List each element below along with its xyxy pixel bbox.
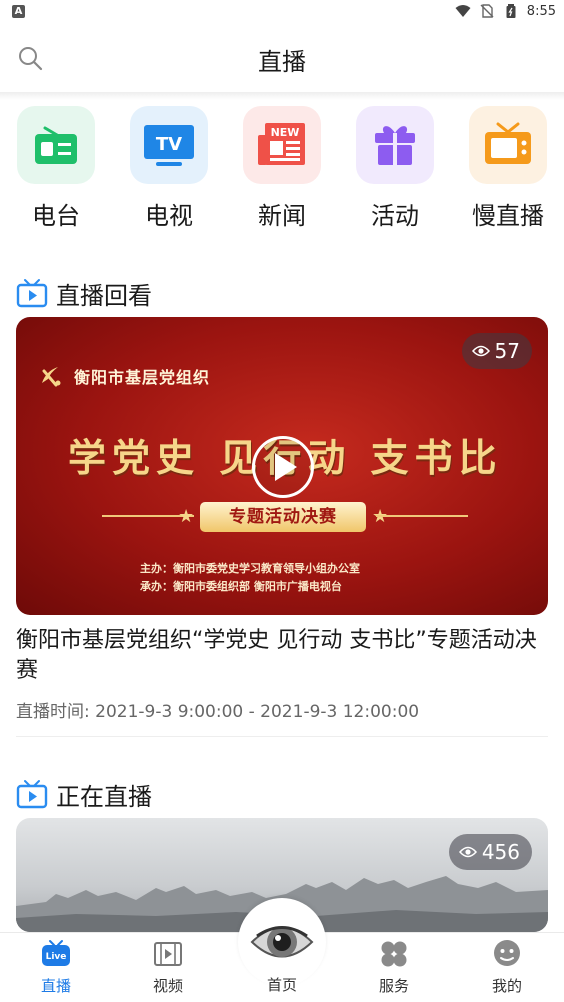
category-tile[interactable]: TV (130, 106, 208, 184)
category-slow-live[interactable]: 慢直播 (468, 106, 548, 231)
tab-mine[interactable]: 我的 (467, 939, 547, 996)
category-label: 新闻 (258, 202, 306, 230)
eye-icon (471, 345, 490, 357)
category-tile[interactable] (469, 106, 547, 184)
eye-icon (458, 846, 477, 858)
tab-live[interactable]: Live 直播 (16, 939, 96, 996)
tab-label: 我的 (491, 977, 522, 995)
retro-tv-icon (485, 122, 531, 164)
battery-icon (506, 4, 516, 18)
view-count: 57 (494, 339, 520, 363)
category-radio[interactable]: 电台 (16, 106, 96, 231)
category-label: 慢直播 (472, 202, 544, 230)
category-tile[interactable] (17, 106, 95, 184)
status-time: 8:55 (526, 3, 556, 19)
wifi-icon (455, 5, 471, 17)
section-title: 直播回看 (56, 281, 152, 310)
newspaper-icon: NEW (258, 123, 305, 165)
category-row: 电台 TV 电视 NEW 新闻 活动 慢直播 (0, 106, 564, 236)
tv-icon: TV (144, 125, 194, 166)
tab-home-label: 首页 (266, 976, 297, 994)
tab-label: 服务 (378, 977, 409, 995)
live-badge-text: Live (46, 952, 67, 962)
gift-icon (375, 126, 415, 165)
radio-icon (35, 126, 77, 164)
view-count-badge: 456 (448, 834, 532, 870)
live-icon: Live (41, 939, 71, 969)
party-emblem-icon (42, 367, 61, 387)
poster-credit-organizer: 承办：衡阳市委组织部 衡阳市广播电视台 (140, 580, 342, 593)
section-title: 正在直播 (56, 782, 152, 811)
replay-video-card[interactable]: 衡阳市基层党组织 学党史 见行动 支书比 ★ 专题活动决赛 ★ 主办：衡阳市委党… (16, 317, 548, 615)
header-divider (0, 92, 564, 100)
tab-home[interactable] (238, 898, 326, 986)
home-eye-icon (250, 926, 314, 958)
tab-label: 直播 (40, 977, 71, 995)
poster-tag: 专题活动决赛 (200, 502, 366, 532)
poster-org: 衡阳市基层党组织 (38, 363, 210, 389)
section-header-replay: 直播回看 (16, 275, 152, 311)
category-label: 电台 (32, 202, 80, 230)
tab-label: 视频 (152, 977, 183, 995)
view-count-badge: 57 (461, 333, 532, 369)
svg-text:TV: TV (156, 134, 182, 155)
tab-video[interactable]: 视频 (128, 939, 208, 996)
category-tv[interactable]: TV 电视 (129, 106, 209, 231)
category-label: 电视 (145, 202, 193, 230)
profile-icon (492, 939, 522, 969)
category-news[interactable]: NEW 新闻 (242, 106, 322, 231)
app-header: 直播 (0, 24, 564, 92)
category-label: 活动 (371, 202, 419, 230)
play-button[interactable] (252, 436, 314, 498)
play-screen-icon (16, 780, 48, 809)
star-icon: ★ (178, 506, 195, 527)
status-icons: 8:55 (455, 3, 556, 19)
film-icon (153, 939, 183, 969)
category-tile[interactable]: NEW (243, 106, 321, 184)
poster-credit-host: 主办：衡阳市委党史学习教育领导小组办公室 (140, 562, 360, 575)
replay-item-time: 直播时间: 2021-9-3 9:00:00 - 2021-9-3 12:00:… (16, 702, 420, 722)
tab-service[interactable]: 服务 (354, 939, 434, 996)
clover-icon (379, 939, 409, 969)
category-activity[interactable]: 活动 (355, 106, 435, 231)
section-header-live: 正在直播 (16, 776, 152, 812)
replay-item-title[interactable]: 衡阳市基层党组织“学党史 见行动 支书比”专题活动决赛 (16, 626, 548, 686)
news-badge: NEW (271, 126, 300, 139)
section-divider (16, 736, 548, 737)
poster-divider-right (376, 515, 468, 517)
no-sim-icon (480, 4, 494, 18)
notification-badge: A (12, 5, 25, 18)
play-screen-icon (16, 279, 48, 308)
view-count: 456 (481, 840, 520, 864)
category-tile[interactable] (356, 106, 434, 184)
page-title: 直播 (258, 48, 306, 76)
status-bar: A 8:55 (0, 0, 564, 24)
poster-org-text: 衡阳市基层党组织 (74, 368, 211, 387)
